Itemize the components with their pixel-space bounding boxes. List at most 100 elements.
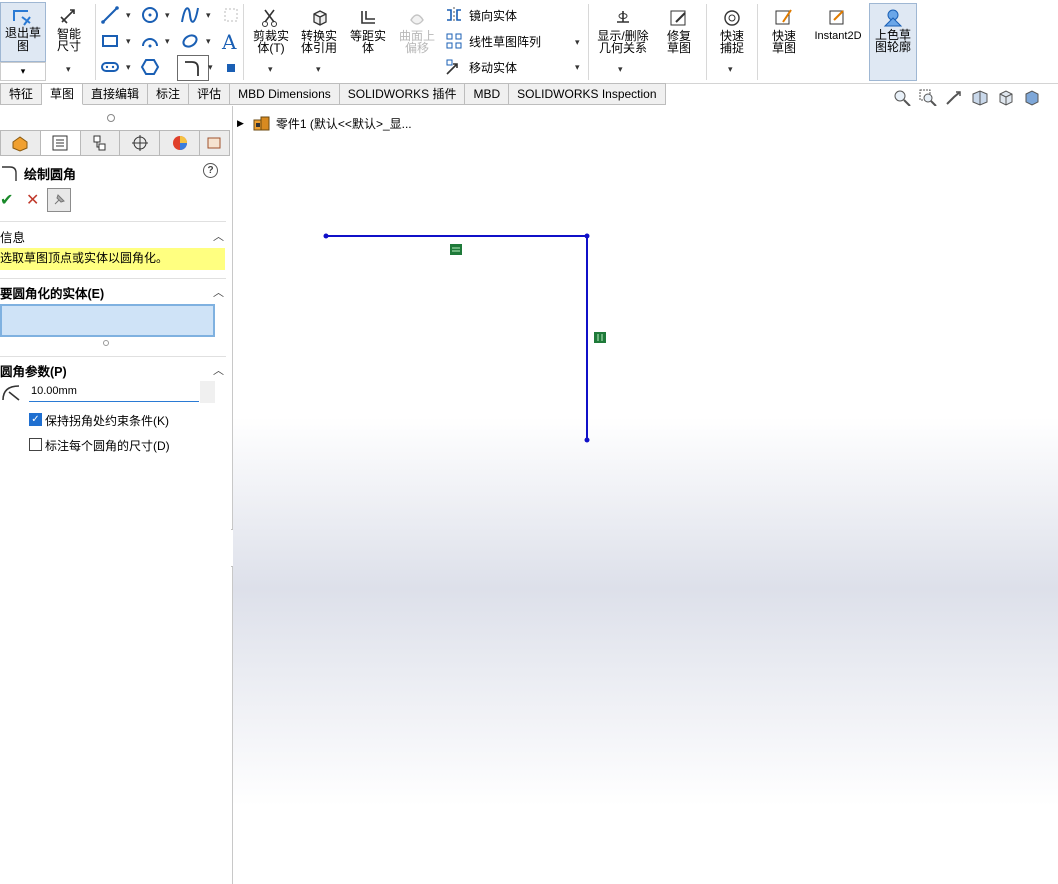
spline-icon[interactable] xyxy=(180,5,200,25)
sketch-fillet-header-icon xyxy=(2,166,17,181)
slot-icon[interactable] xyxy=(100,57,120,77)
ok-button[interactable]: ✔ xyxy=(0,190,13,210)
offset-on-surface-button[interactable]: 曲面上偏移 xyxy=(395,8,439,54)
display-delete-relations-label: 显示/删除几何关系 xyxy=(597,29,649,55)
zoom-to-fit-icon[interactable] xyxy=(892,88,912,108)
quick-snaps-label: 快速捕捉 xyxy=(719,29,744,55)
horizontal-relation-icon[interactable] xyxy=(450,244,462,255)
params-collapse-icon[interactable]: ︿ xyxy=(213,362,224,378)
selection-box-resize-handle[interactable] xyxy=(103,340,109,346)
section-view-icon[interactable] xyxy=(970,88,990,108)
feature-manager-tab[interactable] xyxy=(0,130,41,156)
panel-splitter-handle[interactable] xyxy=(107,114,115,122)
tab-features[interactable]: 特征 xyxy=(0,83,43,105)
move-entities-button[interactable]: 移动实体 xyxy=(445,58,517,76)
spline-dropdown[interactable]: ▾ xyxy=(206,10,211,21)
smart-dimension-dropdown[interactable]: ▾ xyxy=(66,64,71,75)
cam-manager-tab[interactable] xyxy=(199,130,230,156)
trim-entities-button[interactable]: 剪裁实体(T) xyxy=(249,8,293,54)
quick-snaps-button[interactable]: 快速捕捉 xyxy=(710,8,754,54)
entities-to-fillet-header[interactable]: 要圆角化的实体(E) xyxy=(0,283,104,302)
fillet-radius-icon xyxy=(2,385,20,401)
smart-dimension-button[interactable]: 智能尺寸 xyxy=(48,6,90,52)
tab-solidworks-inspection[interactable]: SOLIDWORKS Inspection xyxy=(509,83,666,105)
cancel-button[interactable]: ✕ xyxy=(26,190,39,210)
sketch-endpoint[interactable] xyxy=(323,233,329,239)
fillet-parameters-header[interactable]: 圆角参数(P) xyxy=(0,361,67,380)
instant2d-button[interactable]: Instant2D xyxy=(810,8,866,42)
line-icon[interactable] xyxy=(100,5,120,25)
offset-entities-button[interactable]: 等距实体 xyxy=(346,8,390,54)
trim-dropdown[interactable]: ▾ xyxy=(268,64,273,75)
zoom-to-area-icon[interactable] xyxy=(918,88,938,108)
rectangle-icon[interactable] xyxy=(100,31,120,51)
trim-icon xyxy=(262,9,277,27)
sketch-corner-vertex[interactable] xyxy=(584,233,590,239)
circle-dropdown[interactable]: ▾ xyxy=(165,10,170,21)
fillet-radius-input[interactable] xyxy=(29,381,199,402)
exit-sketch-button[interactable]: 退出草图 xyxy=(0,2,46,62)
sketch-fillet-tool-button[interactable] xyxy=(177,55,209,81)
point-icon[interactable] xyxy=(227,64,235,72)
configuration-manager-tab[interactable] xyxy=(80,130,121,156)
display-manager-tab[interactable] xyxy=(160,130,200,156)
shaded-sketch-contours-button[interactable]: 上色草图轮廓 xyxy=(869,3,917,81)
mirror-entities-button[interactable]: 镜向实体 xyxy=(445,6,517,24)
move-entities-dropdown[interactable]: ▾ xyxy=(575,62,580,73)
display-style-icon[interactable] xyxy=(1022,88,1042,108)
circle-icon[interactable] xyxy=(140,5,160,25)
polygon-icon[interactable] xyxy=(140,57,160,77)
tab-mbd[interactable]: MBD xyxy=(465,83,510,105)
fillet-parameters-section: 圆角参数(P) ︿ ✓ 保持拐角处约束条件(K) 标注每个圆角的尺寸(D) xyxy=(0,356,226,467)
linear-pattern-dropdown[interactable]: ▾ xyxy=(575,37,580,48)
tab-mbd-dimensions[interactable]: MBD Dimensions xyxy=(230,83,340,105)
rapid-sketch-button[interactable]: 快速草图 xyxy=(762,8,806,54)
convert-entities-button[interactable]: 转换实体引用 xyxy=(297,8,341,54)
repair-sketch-button[interactable]: 修复草图 xyxy=(657,8,701,54)
sketch-fillet-dropdown[interactable]: ▾ xyxy=(208,62,213,73)
tab-solidworks-addins[interactable]: SOLIDWORKS 插件 xyxy=(339,83,466,105)
exit-sketch-dropdown[interactable]: ▾ xyxy=(0,62,46,81)
entities-selection-box[interactable] xyxy=(0,304,215,337)
arc-dropdown[interactable]: ▾ xyxy=(165,36,170,47)
ellipse-dropdown[interactable]: ▾ xyxy=(206,36,211,47)
tab-evaluate[interactable]: 评估 xyxy=(189,83,231,105)
radius-spinner[interactable] xyxy=(200,381,215,403)
construction-geometry-icon[interactable] xyxy=(221,5,241,25)
dimension-each-fillet-checkbox[interactable] xyxy=(29,438,42,451)
shaded-sketch-contours-icon xyxy=(883,9,903,27)
help-button[interactable]: ? xyxy=(203,163,218,178)
slot-dropdown[interactable]: ▾ xyxy=(126,62,131,73)
tab-direct-editing[interactable]: 直接编辑 xyxy=(83,83,149,105)
convert-dropdown[interactable]: ▾ xyxy=(316,64,321,75)
tab-sketch[interactable]: 草图 xyxy=(42,83,84,105)
info-section-header[interactable]: 信息 xyxy=(0,227,25,246)
display-delete-relations-button[interactable]: 显示/删除几何关系 xyxy=(592,8,654,54)
convert-entities-icon xyxy=(313,10,327,26)
display-relations-icon xyxy=(617,11,629,23)
arc-icon[interactable] xyxy=(140,31,160,51)
dimxpert-manager-tab[interactable] xyxy=(120,130,161,156)
rectangle-dropdown[interactable]: ▾ xyxy=(126,36,131,47)
display-relations-dropdown[interactable]: ▾ xyxy=(618,64,623,75)
ellipse-icon[interactable] xyxy=(180,31,200,51)
property-manager-tab[interactable] xyxy=(40,130,81,156)
quick-snaps-dropdown[interactable]: ▾ xyxy=(728,64,733,75)
graphics-area[interactable]: ▶ 零件1 (默认<<默认>_显... xyxy=(233,106,1058,884)
ribbon-separator xyxy=(757,4,758,80)
linear-pattern-label: 线性草图阵列 xyxy=(469,34,542,49)
entities-collapse-icon[interactable]: ︿ xyxy=(213,284,224,300)
previous-view-icon[interactable] xyxy=(944,88,964,108)
feature-manager-icon xyxy=(12,136,28,152)
text-icon[interactable]: A xyxy=(222,30,236,54)
keep-visible-pin-button[interactable] xyxy=(47,188,71,212)
linear-pattern-button[interactable]: 线性草图阵列 xyxy=(445,32,541,50)
vertical-relation-icon[interactable] xyxy=(594,332,606,343)
keep-constraint-corners-checkbox[interactable]: ✓ xyxy=(29,413,42,426)
info-collapse-icon[interactable]: ︿ xyxy=(213,228,224,244)
sketch-endpoint[interactable] xyxy=(584,437,590,443)
view-orientation-icon[interactable] xyxy=(996,88,1016,108)
tab-markup[interactable]: 标注 xyxy=(148,83,190,105)
sketch-canvas[interactable] xyxy=(233,106,1058,884)
line-dropdown[interactable]: ▾ xyxy=(126,10,131,21)
